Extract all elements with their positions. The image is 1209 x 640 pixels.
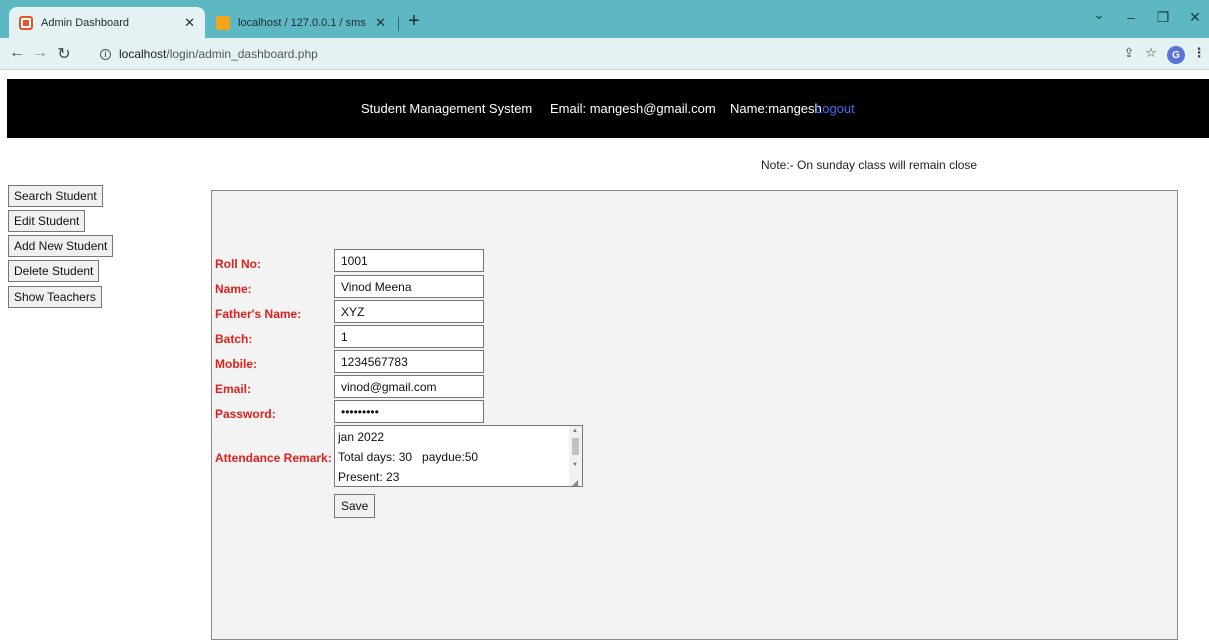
scroll-up-icon[interactable]: ▲	[572, 428, 578, 434]
attendance-remark-textarea[interactable]: jan 2022 Total days: 30 paydue:50 Presen…	[334, 425, 583, 487]
tab-search-chevron-icon[interactable]: ⌄	[1089, 6, 1109, 23]
url-field[interactable]: i localhost/login/admin_dashboard.php	[100, 45, 1140, 63]
reload-icon[interactable]: ↻	[55, 44, 73, 64]
add-new-student-button[interactable]: Add New Student	[8, 235, 114, 257]
kebab-menu-icon[interactable]: ⋮	[1190, 45, 1208, 61]
new-tab-plus-icon[interactable]: +	[402, 10, 426, 33]
batch-input[interactable]	[334, 325, 484, 348]
roll-no-input[interactable]	[334, 249, 484, 272]
phpmyadmin-favicon-icon	[216, 15, 230, 30]
scrollbar-thumb[interactable]	[572, 438, 579, 455]
attendance-remark-label: Attendance Remark:	[215, 451, 332, 465]
password-input[interactable]	[334, 400, 484, 423]
mobile-input[interactable]	[334, 350, 484, 373]
restore-icon[interactable]: ❐	[1153, 9, 1173, 26]
textarea-scrollbar[interactable]: ▲ ▼	[569, 426, 582, 486]
save-button[interactable]: Save	[334, 494, 376, 518]
batch-label: Batch:	[215, 332, 253, 346]
logout-link[interactable]: Logout	[815, 101, 855, 116]
url-host: localhost	[119, 47, 167, 61]
close-window-icon[interactable]: ✕	[1185, 9, 1205, 26]
browser-tab-bar: Admin Dashboard ✕ localhost / 127.0.0.1 …	[0, 0, 1209, 38]
back-arrow-icon[interactable]: ←	[8, 44, 26, 62]
admin-email: Email: mangesh@gmail.com	[550, 101, 716, 116]
forward-arrow-icon[interactable]: →	[31, 44, 49, 62]
close-tab-icon[interactable]: ✕	[184, 15, 195, 31]
name-input[interactable]	[334, 275, 484, 298]
share-icon[interactable]: ⇪	[1120, 45, 1138, 61]
tab-divider	[398, 17, 399, 31]
search-student-button[interactable]: Search Student	[8, 185, 103, 207]
tab-phpmyadmin[interactable]: localhost / 127.0.0.1 / sms / login ✕	[206, 7, 396, 38]
minimize-icon[interactable]: –	[1121, 9, 1141, 25]
address-bar-row: ← → ↻ i localhost/login/admin_dashboard.…	[0, 38, 1209, 70]
favicon-icon	[19, 15, 33, 30]
show-teachers-button[interactable]: Show Teachers	[8, 286, 102, 308]
admin-name: Name:mangesh	[730, 101, 822, 116]
email-input[interactable]	[334, 375, 484, 398]
scroll-down-icon[interactable]: ▼	[572, 462, 578, 468]
app-title: Student Management System	[361, 101, 533, 116]
email-label: Email:	[215, 382, 252, 396]
site-info-icon[interactable]: i	[100, 48, 111, 60]
roll-no-label: Roll No:	[215, 257, 261, 271]
mobile-label: Mobile:	[215, 357, 257, 371]
password-label: Password:	[215, 407, 276, 421]
url-path: /login/admin_dashboard.php	[166, 47, 318, 61]
resize-grip-icon[interactable]: ◢	[572, 478, 578, 487]
fathers-name-label: Father's Name:	[215, 307, 302, 321]
edit-student-button[interactable]: Edit Student	[8, 210, 86, 232]
tab-title: Admin Dashboard	[41, 16, 130, 29]
tab-title: localhost / 127.0.0.1 / sms / login	[238, 16, 369, 29]
star-icon[interactable]: ☆	[1142, 45, 1160, 61]
delete-student-button[interactable]: Delete Student	[8, 260, 100, 282]
name-label: Name:	[215, 282, 252, 296]
site-header: Student Management System Email: mangesh…	[7, 79, 1209, 138]
profile-avatar[interactable]: G	[1167, 46, 1185, 64]
tab-admin-dashboard[interactable]: Admin Dashboard ✕	[9, 7, 205, 38]
fathers-name-input[interactable]	[334, 300, 484, 323]
notice-text: Note:- On sunday class will remain close	[761, 158, 978, 172]
close-tab-icon[interactable]: ✕	[375, 15, 386, 31]
